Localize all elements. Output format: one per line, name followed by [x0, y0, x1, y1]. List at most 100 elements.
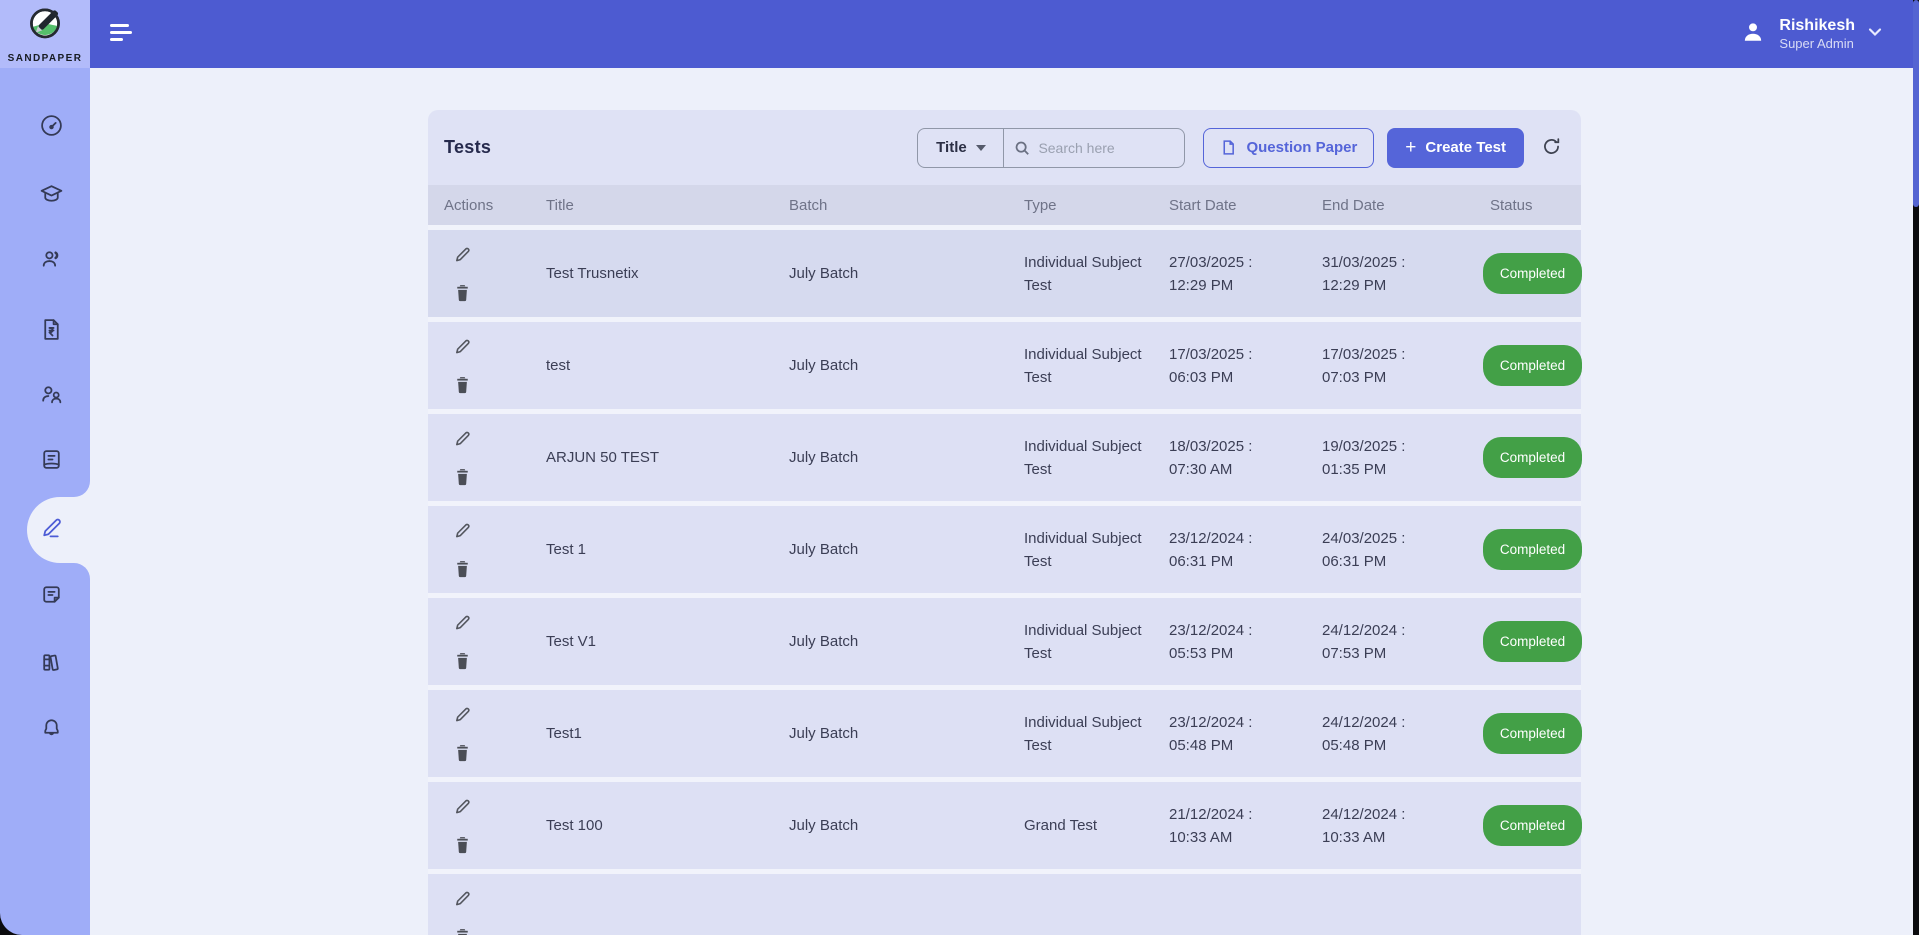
sidebar-item-assignments[interactable] — [25, 575, 77, 619]
start-date-cell: 27/03/2025 : 12:29 PM — [1169, 251, 1291, 297]
fees-rupee-document-icon — [39, 317, 64, 347]
batch-cell: July Batch — [783, 354, 1018, 377]
edit-pencil-icon[interactable] — [452, 612, 473, 633]
status-badge: Completed — [1483, 805, 1582, 846]
end-date-cell: 31/03/2025 : 12:29 PM — [1322, 251, 1444, 297]
type-cell: Grand Test — [1024, 814, 1097, 837]
hamburger-menu-icon[interactable] — [110, 24, 134, 44]
app-logo: SANDPAPER — [0, 0, 90, 68]
row-actions — [428, 612, 540, 671]
delete-trash-icon[interactable] — [452, 558, 473, 579]
column-header-actions: Actions — [428, 197, 540, 214]
chevron-down-icon[interactable] — [1867, 24, 1883, 45]
create-test-button[interactable]: + Create Test — [1387, 128, 1524, 168]
status-badge: Completed — [1483, 529, 1582, 570]
table-row: test July Batch Individual Subject Test … — [428, 317, 1581, 409]
table-body: Test Trusnetix July Batch Individual Sub… — [428, 225, 1581, 935]
edit-pencil-icon[interactable] — [452, 520, 473, 541]
edit-pencil-icon[interactable] — [452, 244, 473, 265]
batch-cell: July Batch — [783, 262, 1018, 285]
courses-notebook-icon — [39, 447, 64, 477]
active-nav-curve-bottom — [74, 563, 90, 579]
type-cell: Individual Subject Test — [1024, 251, 1149, 297]
table-row — [428, 869, 1581, 935]
delete-trash-icon[interactable] — [452, 282, 473, 303]
batch-cell: July Batch — [783, 446, 1018, 469]
table-row: Test V1 July Batch Individual Subject Te… — [428, 593, 1581, 685]
start-date-cell: 23/12/2024 : 06:31 PM — [1169, 527, 1291, 573]
table-row: Test Trusnetix July Batch Individual Sub… — [428, 225, 1581, 317]
table-header-row: Actions Title Batch Type Start Date End … — [428, 185, 1581, 225]
status-badge: Completed — [1483, 713, 1582, 754]
sidebar-item-fees[interactable] — [25, 310, 77, 354]
test-title-cell: Test1 — [540, 722, 783, 745]
column-header-type: Type — [1018, 197, 1163, 214]
refresh-button[interactable] — [1541, 136, 1565, 160]
delete-trash-icon[interactable] — [452, 926, 473, 935]
delete-trash-icon[interactable] — [452, 742, 473, 763]
students-icon — [39, 247, 64, 277]
sidebar-item-library[interactable] — [25, 643, 77, 687]
end-date-cell: 24/12/2024 : 10:33 AM — [1322, 803, 1444, 849]
sidebar-item-parents[interactable] — [25, 375, 77, 419]
filter-dropdown[interactable]: Title — [918, 129, 1004, 167]
test-title-cell: Test V1 — [540, 630, 783, 653]
type-cell: Individual Subject Test — [1024, 343, 1149, 389]
question-paper-label: Question Paper — [1246, 139, 1357, 156]
edit-pencil-icon[interactable] — [452, 704, 473, 725]
plus-icon: + — [1405, 138, 1416, 157]
table-row: ARJUN 50 TEST July Batch Individual Subj… — [428, 409, 1581, 501]
edit-pencil-icon[interactable] — [452, 336, 473, 357]
row-actions — [428, 704, 540, 763]
row-actions — [428, 244, 540, 303]
status-badge: Completed — [1483, 621, 1582, 662]
start-date-cell: 21/12/2024 : 10:33 AM — [1169, 803, 1291, 849]
sidebar-item-dashboard[interactable] — [25, 106, 77, 150]
user-name: Rishikesh — [1779, 16, 1855, 36]
test-title-cell: Test 100 — [540, 814, 783, 837]
search-input[interactable] — [1038, 140, 1174, 156]
dashboard-gauge-icon — [39, 113, 64, 143]
delete-trash-icon[interactable] — [452, 374, 473, 395]
document-icon — [1220, 139, 1237, 156]
edit-pencil-icon[interactable] — [452, 796, 473, 817]
delete-trash-icon[interactable] — [452, 834, 473, 855]
sidebar-item-notifications[interactable] — [25, 708, 77, 752]
type-cell: Individual Subject Test — [1024, 619, 1149, 665]
tests-panel: Tests Title Question Paper + — [428, 110, 1581, 935]
sidebar-item-students[interactable] — [25, 240, 77, 284]
batch-cell: July Batch — [783, 538, 1018, 561]
column-header-start-date: Start Date — [1163, 197, 1316, 214]
row-actions — [428, 520, 540, 579]
assignments-clipboard-icon — [39, 582, 64, 612]
user-profile-menu[interactable]: Rishikesh Super Admin — [1739, 0, 1883, 68]
library-books-icon — [39, 650, 64, 680]
batch-cell: July Batch — [783, 814, 1018, 837]
filter-selected-value: Title — [936, 139, 967, 156]
sidebar-item-courses[interactable] — [25, 440, 77, 484]
sidebar-item-academics[interactable] — [25, 175, 77, 219]
column-header-status: Status — [1484, 197, 1581, 214]
start-date-cell: 23/12/2024 : 05:48 PM — [1169, 711, 1291, 757]
row-actions — [428, 428, 540, 487]
tests-pencil-icon — [39, 515, 64, 545]
column-header-end-date: End Date — [1316, 197, 1484, 214]
sidebar-item-tests[interactable] — [25, 508, 77, 552]
batch-cell: July Batch — [783, 722, 1018, 745]
question-paper-button[interactable]: Question Paper — [1203, 128, 1374, 168]
column-header-title: Title — [540, 197, 783, 214]
topbar: Rishikesh Super Admin — [90, 0, 1913, 68]
type-cell: Individual Subject Test — [1024, 711, 1149, 757]
edit-pencil-icon[interactable] — [452, 888, 473, 909]
delete-trash-icon[interactable] — [452, 650, 473, 671]
page-scrollbar-track — [1913, 0, 1919, 935]
dropdown-caret-icon — [976, 145, 986, 151]
brand-name: SANDPAPER — [8, 53, 83, 64]
delete-trash-icon[interactable] — [452, 466, 473, 487]
page-scrollbar-thumb[interactable] — [1913, 0, 1919, 207]
edit-pencil-icon[interactable] — [452, 428, 473, 449]
test-title-cell: Test 1 — [540, 538, 783, 561]
main-content: Tests Title Question Paper + — [90, 68, 1913, 935]
test-title-cell: Test Trusnetix — [540, 262, 783, 285]
type-cell: Individual Subject Test — [1024, 527, 1149, 573]
